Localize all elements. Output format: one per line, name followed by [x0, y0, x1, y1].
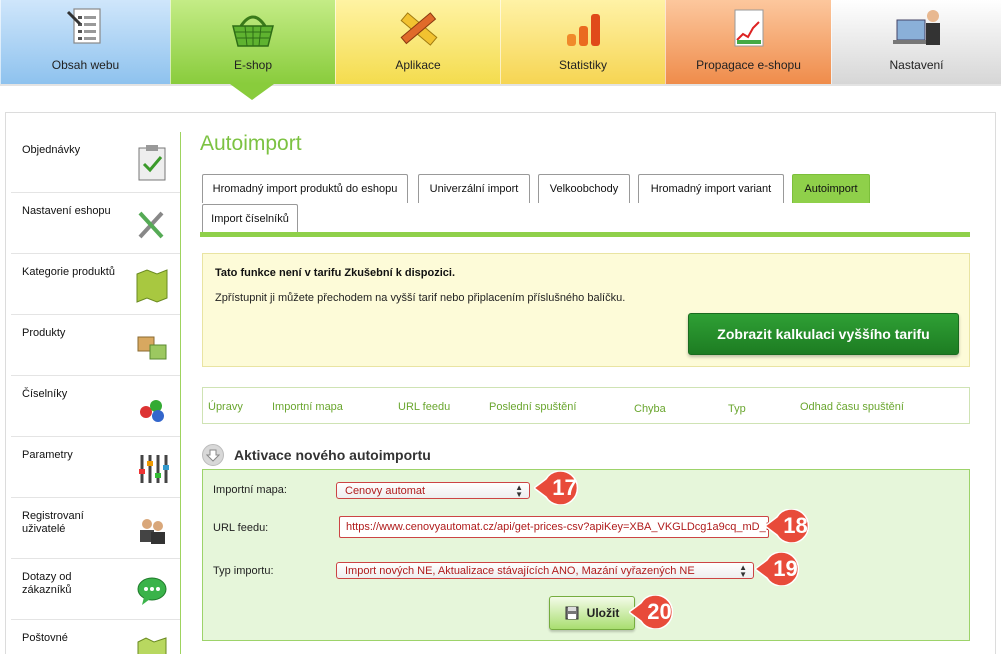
wrench-screwdriver-icon — [138, 211, 164, 239]
arrow-down-circle-icon — [202, 444, 224, 466]
tab-velkoobchody[interactable]: Velkoobchody — [538, 174, 630, 203]
sidebar-item-objednavky[interactable]: Objednávky — [11, 132, 180, 193]
floppy-disk-icon — [565, 606, 579, 620]
sidebar-item-nastaveni-eshopu[interactable]: Nastavení eshopu — [11, 193, 180, 254]
url-feed-label: URL feedu: — [213, 522, 269, 534]
sidebar-item-label: Registrovaní uživatelé — [22, 510, 84, 535]
import-map-label: Importní mapa: — [213, 484, 287, 496]
notice-title: Tato funkce není v tarifu Zkušební k dis… — [215, 267, 456, 279]
nav-tab-label: Obsah webu — [51, 58, 120, 72]
sidebar-item-label: Dotazy od zákazníků — [22, 571, 72, 596]
save-button-label: Uložit — [586, 606, 620, 620]
callout-number: 18 — [783, 513, 808, 538]
shopping-basket-icon — [232, 15, 274, 47]
nav-tab-label: Propagace e-shopu — [696, 58, 801, 72]
growth-chart-icon — [734, 9, 763, 47]
sidebar-item-dotazy-od-zakazniku[interactable]: Dotazy od zákazníků — [11, 559, 180, 620]
column-header-importni-mapa: Importní mapa — [272, 401, 343, 413]
users-icon — [140, 519, 165, 544]
sidebar-item-label: Poštovné — [22, 632, 68, 644]
sidebar-item-label: Parametry — [22, 449, 73, 461]
sidebar-item-label: Číselníky — [22, 388, 68, 400]
sidebar-item-label: Kategorie produktů — [22, 266, 115, 278]
tab-hromadny-import-variant[interactable]: Hromadný import variant — [638, 174, 784, 203]
sidebar-item-parametry[interactable]: Parametry — [11, 437, 180, 498]
select-arrows-icon: ▲ ▼ — [739, 563, 747, 579]
sidebar-item-label: Nastavení eshopu — [22, 205, 111, 217]
callout-number: 17 — [552, 475, 577, 500]
active-tab-pointer — [230, 84, 274, 100]
callout-number: 19 — [773, 556, 798, 581]
notice-text: Zpřístupnit ji můžete přechodem na vyšší… — [215, 292, 626, 304]
sliders-icon — [139, 455, 169, 483]
column-header-upravy: Úpravy — [208, 401, 243, 413]
sidebar-item-ciselniky[interactable]: Číselníky — [11, 376, 180, 437]
clipboard-check-icon — [138, 145, 166, 181]
tab-bar-underline — [200, 232, 970, 237]
nav-tab-nastaveni[interactable]: Nastavení — [831, 0, 1001, 84]
import-type-select[interactable]: Import nových NE, Aktualizace stávajícíc… — [336, 562, 754, 579]
callout-badge: 17 — [534, 471, 582, 505]
column-header-odhad-casu-spusteni: Odhad času spuštění — [800, 401, 904, 413]
tab-import-ciselniku[interactable]: Import číselníků — [202, 204, 298, 233]
tariff-notice: Tato funkce není v tarifu Zkušební k dis… — [202, 253, 970, 367]
nav-tab-statistiky[interactable]: Statistiky — [500, 0, 665, 84]
nav-tab-aplikace[interactable]: Aplikace — [335, 0, 500, 84]
select-arrows-icon: ▲ ▼ — [515, 483, 523, 499]
nav-tab-label: Statistiky — [558, 58, 607, 72]
section-header: Aktivace nového autoimportu — [202, 442, 431, 468]
sidebar: Objednávky Nastavení eshopu Kategorie pr… — [11, 132, 180, 654]
autoimport-table-header: Úpravy Importní mapa URL feedu Poslední … — [202, 387, 970, 424]
tab-univerzalni-import[interactable]: Univerzální import — [418, 174, 530, 203]
show-tariff-calculation-button[interactable]: Zobrazit kalkulaci vyššího tarifu — [688, 313, 959, 355]
person-laptop-icon — [892, 10, 940, 45]
column-header-chyba: Chyba — [634, 403, 666, 415]
nav-tab-label: E-shop — [233, 58, 273, 72]
nav-separator — [0, 84, 1001, 86]
callout-badge: 20 — [629, 595, 677, 629]
pencil-ruler-icon — [400, 12, 438, 46]
callout-number: 20 — [647, 599, 672, 624]
document-list-icon — [66, 8, 101, 44]
nav-tab-label: Aplikace — [395, 58, 441, 72]
import-map-select[interactable]: Cenovy automat ▲ ▼ — [336, 482, 530, 499]
sidebar-item-produkty[interactable]: Produkty — [11, 315, 180, 376]
sidebar-item-postovne[interactable]: Poštovné — [11, 620, 180, 654]
column-header-typ: Typ — [728, 403, 746, 415]
import-map-value: Cenovy automat — [345, 485, 426, 497]
sidebar-item-kategorie-produktu[interactable]: Kategorie produktů — [11, 254, 180, 315]
sidebar-item-label: Objednávky — [22, 144, 81, 156]
main-content: Autoimport Hromadný import produktů do e… — [200, 132, 970, 641]
chat-bubble-icon — [137, 577, 167, 605]
map-folder-icon — [136, 269, 168, 303]
callout-badge: 19 — [755, 552, 803, 586]
section-title: Aktivace nového autoimportu — [234, 447, 431, 463]
import-type-label: Typ importu: — [213, 565, 274, 577]
bar-chart-icon — [567, 14, 600, 46]
shipping-icon — [137, 637, 167, 654]
import-type-value: Import nových NE, Aktualizace stávajícíc… — [345, 565, 695, 577]
sidebar-item-registrovani-uzivatele[interactable]: Registrovaní uživatelé — [11, 498, 180, 559]
page-title: Autoimport — [200, 132, 302, 155]
column-header-url-feedu: URL feedu — [398, 401, 451, 413]
boxes-icon — [137, 336, 167, 360]
nav-tab-label: Nastavení — [889, 58, 944, 72]
tab-hromadny-import-produktu[interactable]: Hromadný import produktů do eshopu — [202, 174, 408, 203]
nav-tab-propagace-e-shopu[interactable]: Propagace e-shopu — [665, 0, 831, 84]
nav-tab-obsah-webu[interactable]: Obsah webu — [0, 0, 170, 84]
callout-badge: 18 — [765, 509, 813, 543]
sidebar-divider — [180, 132, 181, 654]
url-feed-input[interactable]: https://www.cenovyautomat.cz/api/get-pri… — [339, 516, 769, 538]
column-header-posledni-spusteni: Poslední spuštění — [489, 401, 577, 413]
tab-autoimport[interactable]: Autoimport — [792, 174, 870, 203]
save-button[interactable]: Uložit — [549, 596, 635, 630]
main-navigation: Obsah webu E-shop Aplikace Statistiky Pr… — [0, 0, 1001, 86]
nav-tab-e-shop[interactable]: E-shop — [170, 0, 335, 84]
sidebar-item-label: Produkty — [22, 327, 66, 339]
number-balls-icon — [140, 400, 164, 422]
